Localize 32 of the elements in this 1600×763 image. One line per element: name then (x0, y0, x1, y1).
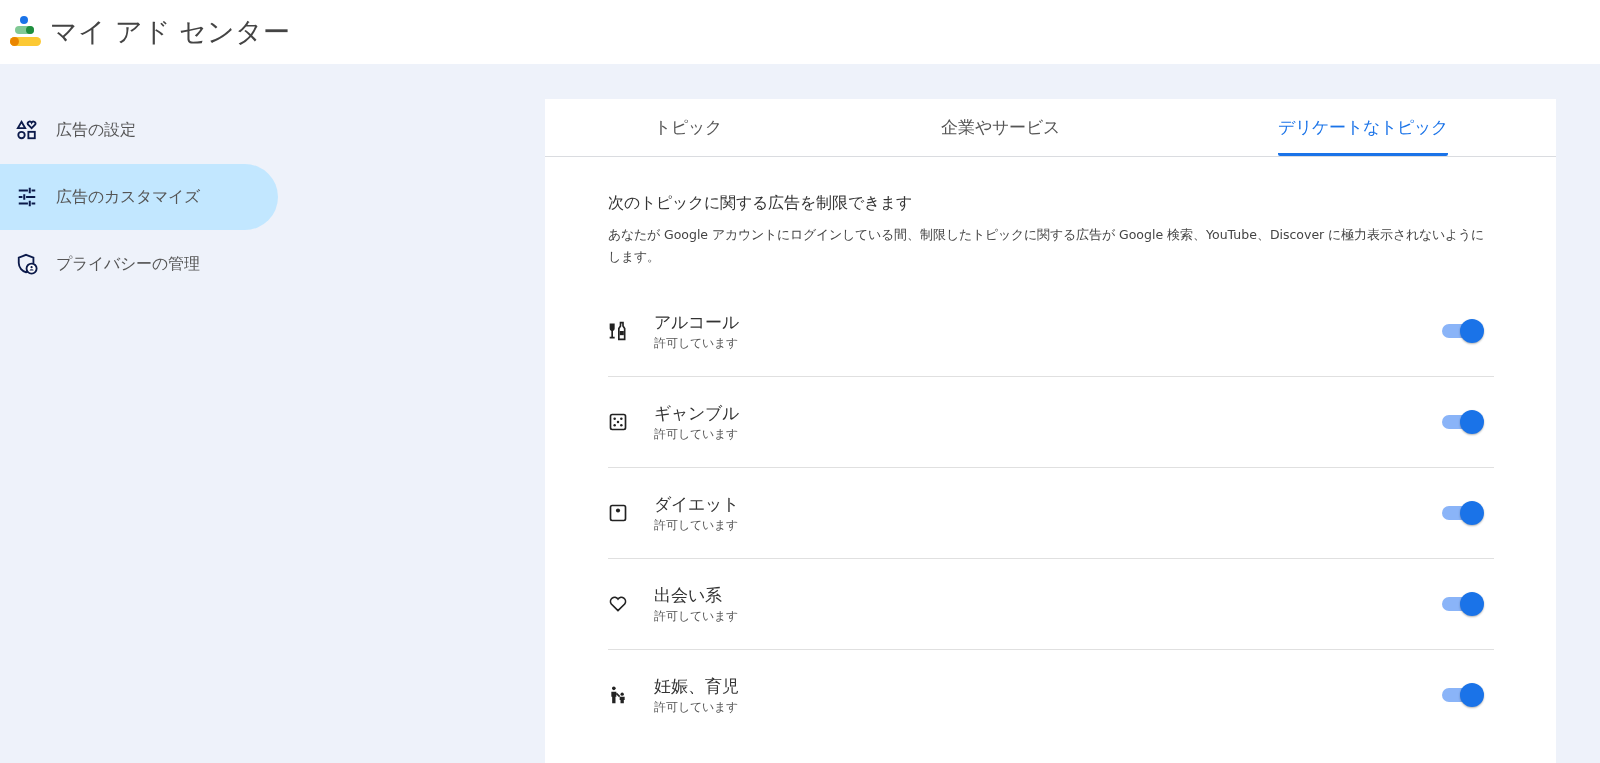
section-description: あなたが Google アカウントにログインしている間、制限したトピックに関する広告が Google 検索、YouTube、Discover に極力表示されないようにします。 (608, 226, 1486, 266)
section-heading: 次のトピックに関する広告を制限できます (608, 193, 913, 214)
tab[interactable]: トピック (654, 99, 722, 156)
toggle-switch[interactable] (1442, 682, 1484, 708)
sidebar-item[interactable]: プライバシーの管理 (0, 231, 278, 297)
sidebar-item[interactable]: 広告の設定 (0, 97, 278, 163)
toggle-switch[interactable] (1442, 591, 1484, 617)
topic-status: 許可しています (654, 334, 739, 352)
topic-name: ダイエット (654, 492, 740, 516)
tab[interactable]: 企業やサービス (940, 99, 1060, 156)
topic-status: 許可しています (654, 698, 739, 716)
toggle-switch[interactable] (1442, 500, 1484, 526)
app-title: マイ アド センター (50, 15, 291, 49)
scale-icon (608, 503, 628, 523)
parent-child-icon (608, 685, 628, 705)
wine-bottle-icon (608, 321, 628, 341)
toggle-switch[interactable] (1442, 318, 1484, 344)
topic-name: ギャンブル (654, 401, 740, 425)
topic-name: アルコール (654, 310, 740, 334)
toggle-switch[interactable] (1442, 409, 1484, 435)
tab[interactable]: デリケートなトピック (1277, 99, 1448, 156)
topic-status: 許可しています (654, 425, 739, 443)
topic-status: 許可しています (654, 516, 739, 534)
topic-name: 出会い系 (654, 583, 723, 607)
topic-status: 許可しています (654, 607, 739, 625)
shapes-icon (16, 119, 38, 141)
shield-person-icon (16, 253, 38, 275)
sliders-icon (16, 186, 38, 208)
heart-icon (608, 594, 628, 614)
topic-name: 妊娠、育児 (654, 674, 740, 698)
dice-icon (608, 412, 628, 432)
sidebar-item[interactable]: 広告のカスタマイズ (0, 164, 278, 230)
